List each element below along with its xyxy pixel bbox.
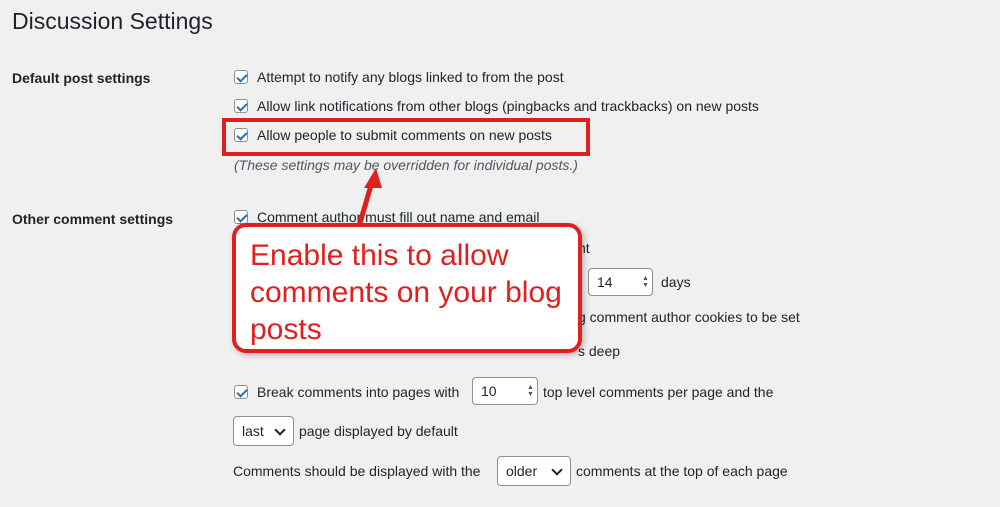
default-page-select[interactable]: last: [233, 416, 294, 446]
page-title: Discussion Settings: [12, 8, 213, 34]
require-name-email-checkbox[interactable]: [234, 210, 248, 224]
comment-order-value: older: [506, 463, 538, 479]
per-page-value: 10: [481, 383, 497, 399]
close-days-value: 14: [597, 274, 613, 290]
notify-blogs-checkbox[interactable]: [234, 70, 248, 84]
default-page-label: page displayed by default: [299, 423, 458, 439]
thread-depth-label-tail: s deep: [578, 343, 621, 359]
pingbacks-label: Allow link notifications from other blog…: [257, 98, 759, 114]
default-post-settings-label: Default post settings: [12, 70, 151, 86]
cookies-label-tail: g comment author cookies to be set: [578, 309, 800, 325]
highlight-box: [222, 118, 590, 156]
display-order-tail: comments at the top of each page: [576, 463, 788, 479]
break-pages-label: Break comments into pages with: [257, 384, 460, 400]
pingbacks-checkbox[interactable]: [234, 99, 248, 113]
display-order-label: Comments should be displayed with the: [233, 463, 481, 479]
close-days-input[interactable]: 14 ▲ ▼: [588, 268, 653, 296]
days-label: days: [661, 274, 691, 290]
comment-order-select[interactable]: older: [497, 456, 571, 486]
chevron-down-icon: [274, 424, 286, 436]
stepper-icon: ▲ ▼: [527, 384, 534, 398]
stepper-icon: ▲ ▼: [642, 275, 649, 289]
default-page-value: last: [242, 423, 264, 439]
per-page-label: top level comments per page and the: [543, 384, 774, 400]
break-pages-checkbox[interactable]: [234, 385, 248, 399]
override-note: (These settings may be overridden for in…: [234, 157, 578, 173]
notify-blogs-label: Attempt to notify any blogs linked to fr…: [257, 69, 564, 85]
per-page-input[interactable]: 10 ▲ ▼: [472, 377, 538, 405]
other-comment-settings-label: Other comment settings: [12, 211, 174, 227]
callout-box: Enable this to allow comments on your bl…: [232, 223, 582, 353]
chevron-down-icon: [551, 464, 563, 476]
callout-text: Enable this to allow comments on your bl…: [250, 239, 562, 346]
